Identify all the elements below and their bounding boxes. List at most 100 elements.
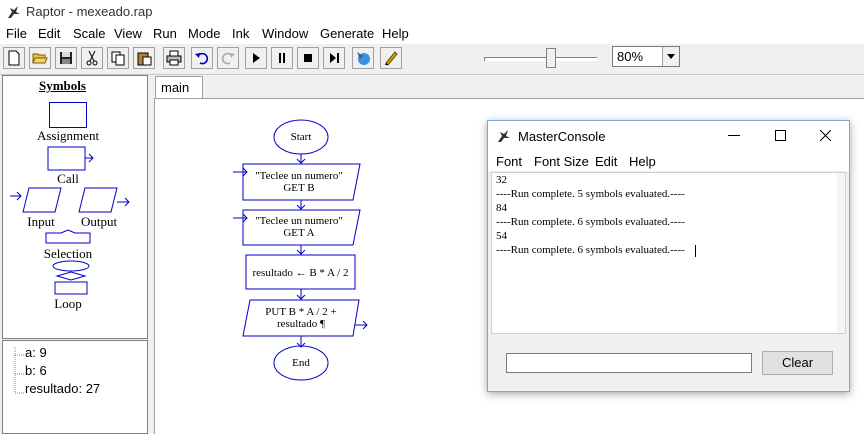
window-title: Raptor - mexeado.rap — [26, 4, 153, 19]
assignment-label: Assignment — [36, 128, 100, 143]
stop-icon — [304, 54, 312, 62]
print-icon — [166, 50, 182, 66]
open-icon — [32, 53, 48, 64]
copy-icon — [111, 51, 125, 66]
output-line: 32 — [496, 174, 507, 186]
copy-button[interactable] — [107, 47, 129, 69]
variable-resultado[interactable]: resultado: 27 — [25, 381, 100, 396]
input2-get: GET A — [283, 227, 315, 239]
raptor-logo-icon — [498, 130, 510, 142]
console-menu-edit[interactable]: Edit — [595, 154, 617, 169]
open-button[interactable] — [29, 47, 51, 69]
test-icon — [357, 52, 370, 65]
redo-button[interactable] — [217, 47, 239, 69]
tab-main-label: main — [161, 80, 190, 95]
assignment-text: resultado ← B * A / 2 — [252, 267, 349, 279]
zoom-slider-track[interactable] — [484, 57, 597, 61]
app-title-bar: Raptor - mexeado.rap — [0, 0, 864, 24]
step-icon — [330, 53, 339, 63]
new-button[interactable] — [3, 47, 25, 69]
pen-button[interactable] — [380, 47, 402, 69]
pause-icon — [279, 53, 285, 63]
menu-help[interactable]: Help — [382, 26, 409, 41]
loop-label: Loop — [54, 296, 82, 311]
menu-ink[interactable]: Ink — [232, 26, 249, 41]
pause-button[interactable] — [271, 47, 293, 69]
menu-mode[interactable]: Mode — [188, 26, 221, 41]
zoom-dropdown-button[interactable] — [662, 47, 679, 66]
call-label: Call — [57, 171, 79, 186]
menu-scale[interactable]: Scale — [73, 26, 106, 41]
output-symbol[interactable] — [77, 186, 137, 214]
output-line: 84 — [496, 202, 507, 214]
selection-symbol[interactable] — [45, 229, 91, 245]
zoom-slider-thumb[interactable] — [546, 48, 556, 68]
menu-edit[interactable]: Edit — [38, 26, 60, 41]
output-label: Output — [80, 214, 118, 229]
pen-icon — [385, 51, 398, 66]
paste-button[interactable] — [133, 47, 155, 69]
output-line2: resultado ¶ — [276, 318, 326, 330]
cut-icon — [86, 50, 98, 66]
call-symbol[interactable] — [47, 146, 97, 172]
menu-file[interactable]: File — [6, 26, 27, 41]
console-menu-bar: Font Font Size Edit Help — [488, 151, 849, 171]
undo-button[interactable] — [191, 47, 213, 69]
save-icon — [60, 52, 72, 64]
console-menu-font[interactable]: Font — [496, 154, 522, 169]
cut-button[interactable] — [81, 47, 103, 69]
maximize-icon[interactable] — [775, 130, 786, 141]
minimize-icon[interactable] — [728, 135, 740, 137]
stop-button[interactable] — [297, 47, 319, 69]
clear-button[interactable]: Clear — [762, 351, 833, 375]
print-button[interactable] — [163, 47, 185, 69]
console-output[interactable]: 32 ----Run complete. 5 symbols evaluated… — [491, 172, 846, 334]
assignment-symbol[interactable] — [49, 102, 87, 128]
output-line: ----Run complete. 5 symbols evaluated.--… — [496, 188, 685, 200]
end-label: End — [292, 357, 310, 369]
text-cursor — [695, 245, 696, 257]
console-title-bar: MasterConsole — [488, 121, 849, 151]
input2-prompt: "Teclee un numero" — [255, 215, 343, 227]
undo-icon — [195, 52, 209, 65]
input-symbol[interactable] — [9, 186, 65, 214]
output-line1: PUT B * A / 2 + — [265, 306, 337, 318]
output-line: 54 — [496, 230, 507, 242]
input1-get: GET B — [283, 182, 315, 194]
redo-icon — [221, 52, 235, 65]
zoom-value: 80% — [617, 49, 644, 64]
play-icon — [253, 53, 260, 63]
console-input[interactable] — [506, 353, 752, 373]
menu-generate[interactable]: Generate — [320, 26, 374, 41]
master-console-window: MasterConsole Font Font Size Edit Help 3… — [487, 120, 850, 392]
console-menu-font-size[interactable]: Font Size — [534, 154, 589, 169]
step-button[interactable] — [323, 47, 345, 69]
variables-panel: a: 9 b: 6 resultado: 27 — [2, 340, 148, 434]
new-icon — [8, 50, 20, 66]
save-button[interactable] — [55, 47, 77, 69]
variable-a[interactable]: a: 9 — [25, 345, 47, 360]
menu-bar: File Edit Scale View Run Mode Ink Window… — [0, 24, 864, 44]
loop-symbol[interactable] — [51, 260, 91, 296]
console-menu-help[interactable]: Help — [629, 154, 656, 169]
paste-icon — [137, 52, 152, 66]
test-button[interactable] — [352, 47, 374, 69]
output-line: ----Run complete. 6 symbols evaluated.--… — [496, 244, 685, 256]
output-line: ----Run complete. 6 symbols evaluated.--… — [496, 216, 685, 228]
tab-main[interactable]: main — [155, 76, 203, 98]
menu-window[interactable]: Window — [262, 26, 308, 41]
variable-b[interactable]: b: 6 — [25, 363, 47, 378]
symbols-title: Symbols — [39, 78, 86, 93]
symbols-panel: Symbols Assignment Call Input Output Sel… — [2, 75, 148, 339]
toolbar — [0, 44, 864, 75]
menu-run[interactable]: Run — [153, 26, 177, 41]
raptor-logo-icon — [8, 6, 20, 18]
zoom-select[interactable]: 80% — [612, 46, 680, 67]
play-button[interactable] — [245, 47, 267, 69]
console-title: MasterConsole — [518, 129, 606, 144]
console-scrollbar[interactable] — [837, 173, 845, 333]
close-icon[interactable] — [820, 130, 831, 141]
start-label: Start — [290, 131, 312, 143]
chevron-down-icon — [667, 54, 675, 59]
menu-view[interactable]: View — [114, 26, 142, 41]
